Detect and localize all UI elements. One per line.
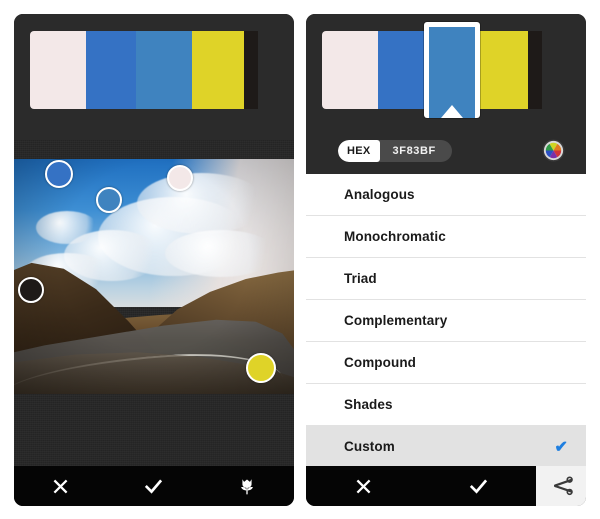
hex-value-text[interactable]: 3F83BF: [380, 140, 452, 162]
picker-handle-blue-dark[interactable]: [45, 160, 73, 188]
checkmark-icon: [469, 478, 488, 494]
hex-bar: HEX 3F83BF: [322, 136, 570, 166]
harmony-row-label: Complementary: [344, 313, 448, 328]
harmony-option-list[interactable]: Analogous Monochromatic Triad Complementary…: [306, 174, 586, 466]
swatch-black[interactable]: [528, 31, 542, 109]
picker-handle-cream[interactable]: [167, 165, 193, 191]
swatch-blue-light[interactable]: [424, 22, 480, 118]
harmony-row-custom[interactable]: Custom ✔: [306, 426, 586, 466]
harmony-row-label: Shades: [344, 397, 393, 412]
confirm-button[interactable]: [107, 466, 200, 506]
confirm-button[interactable]: [421, 466, 536, 506]
hex-field[interactable]: HEX 3F83BF: [338, 140, 452, 162]
swatch-blue-dark[interactable]: [378, 31, 428, 109]
cancel-button[interactable]: [306, 466, 421, 506]
source-image-button[interactable]: [201, 466, 294, 506]
checkmark-icon: [145, 478, 163, 494]
right-phone-panel: HEX 3F83BF Analogous Monochromatic Triad…: [306, 14, 586, 506]
swatch-cream[interactable]: [30, 31, 86, 109]
swatch-yellow[interactable]: [192, 31, 244, 109]
swatch-black[interactable]: [244, 31, 258, 109]
picker-handle-blue-light[interactable]: [96, 187, 122, 213]
scissors-icon: [553, 476, 573, 496]
cancel-button[interactable]: [14, 466, 107, 506]
left-palette-area: [14, 14, 294, 140]
picker-handle-yellow[interactable]: [246, 353, 276, 383]
harmony-row-shades[interactable]: Shades: [306, 384, 586, 426]
swatch-cream[interactable]: [322, 31, 378, 109]
left-toolbar: [14, 466, 294, 506]
close-icon: [356, 479, 371, 493]
selected-swatch-notch: [441, 105, 463, 118]
harmony-row-label: Monochromatic: [344, 229, 446, 244]
harmony-row-label: Compound: [344, 355, 417, 370]
left-palette-strip[interactable]: [30, 31, 258, 109]
scissors-button[interactable]: [536, 466, 586, 506]
swatch-blue-dark[interactable]: [86, 31, 136, 109]
right-palette-strip[interactable]: [322, 22, 550, 118]
harmony-row-monochromatic[interactable]: Monochromatic: [306, 216, 586, 258]
picker-handle-black[interactable]: [18, 277, 44, 303]
swatch-blue-light-fill: [429, 27, 475, 118]
screenshot-stage: HEX 3F83BF Analogous Monochromatic Triad…: [0, 0, 600, 519]
right-toolbar: [306, 466, 536, 506]
checkmark-icon: ✔: [554, 438, 568, 456]
swatch-blue-light[interactable]: [136, 31, 192, 109]
harmony-row-triad[interactable]: Triad: [306, 258, 586, 300]
color-wheel-button[interactable]: [541, 138, 566, 163]
harmony-row-label: Analogous: [344, 187, 415, 202]
close-icon: [53, 479, 68, 493]
color-wheel-icon: [542, 139, 565, 162]
harmony-row-analogous[interactable]: Analogous: [306, 174, 586, 216]
swatch-yellow[interactable]: [476, 31, 528, 109]
left-phone-panel: [14, 14, 294, 506]
harmony-row-complementary[interactable]: Complementary: [306, 300, 586, 342]
harmony-row-label: Triad: [344, 271, 377, 286]
tulip-icon: [241, 478, 254, 494]
hex-tag-label: HEX: [338, 140, 380, 162]
source-photo[interactable]: [14, 159, 294, 394]
harmony-row-compound[interactable]: Compound: [306, 342, 586, 384]
right-palette-area: HEX 3F83BF: [306, 14, 586, 174]
harmony-row-label: Custom: [344, 439, 395, 454]
